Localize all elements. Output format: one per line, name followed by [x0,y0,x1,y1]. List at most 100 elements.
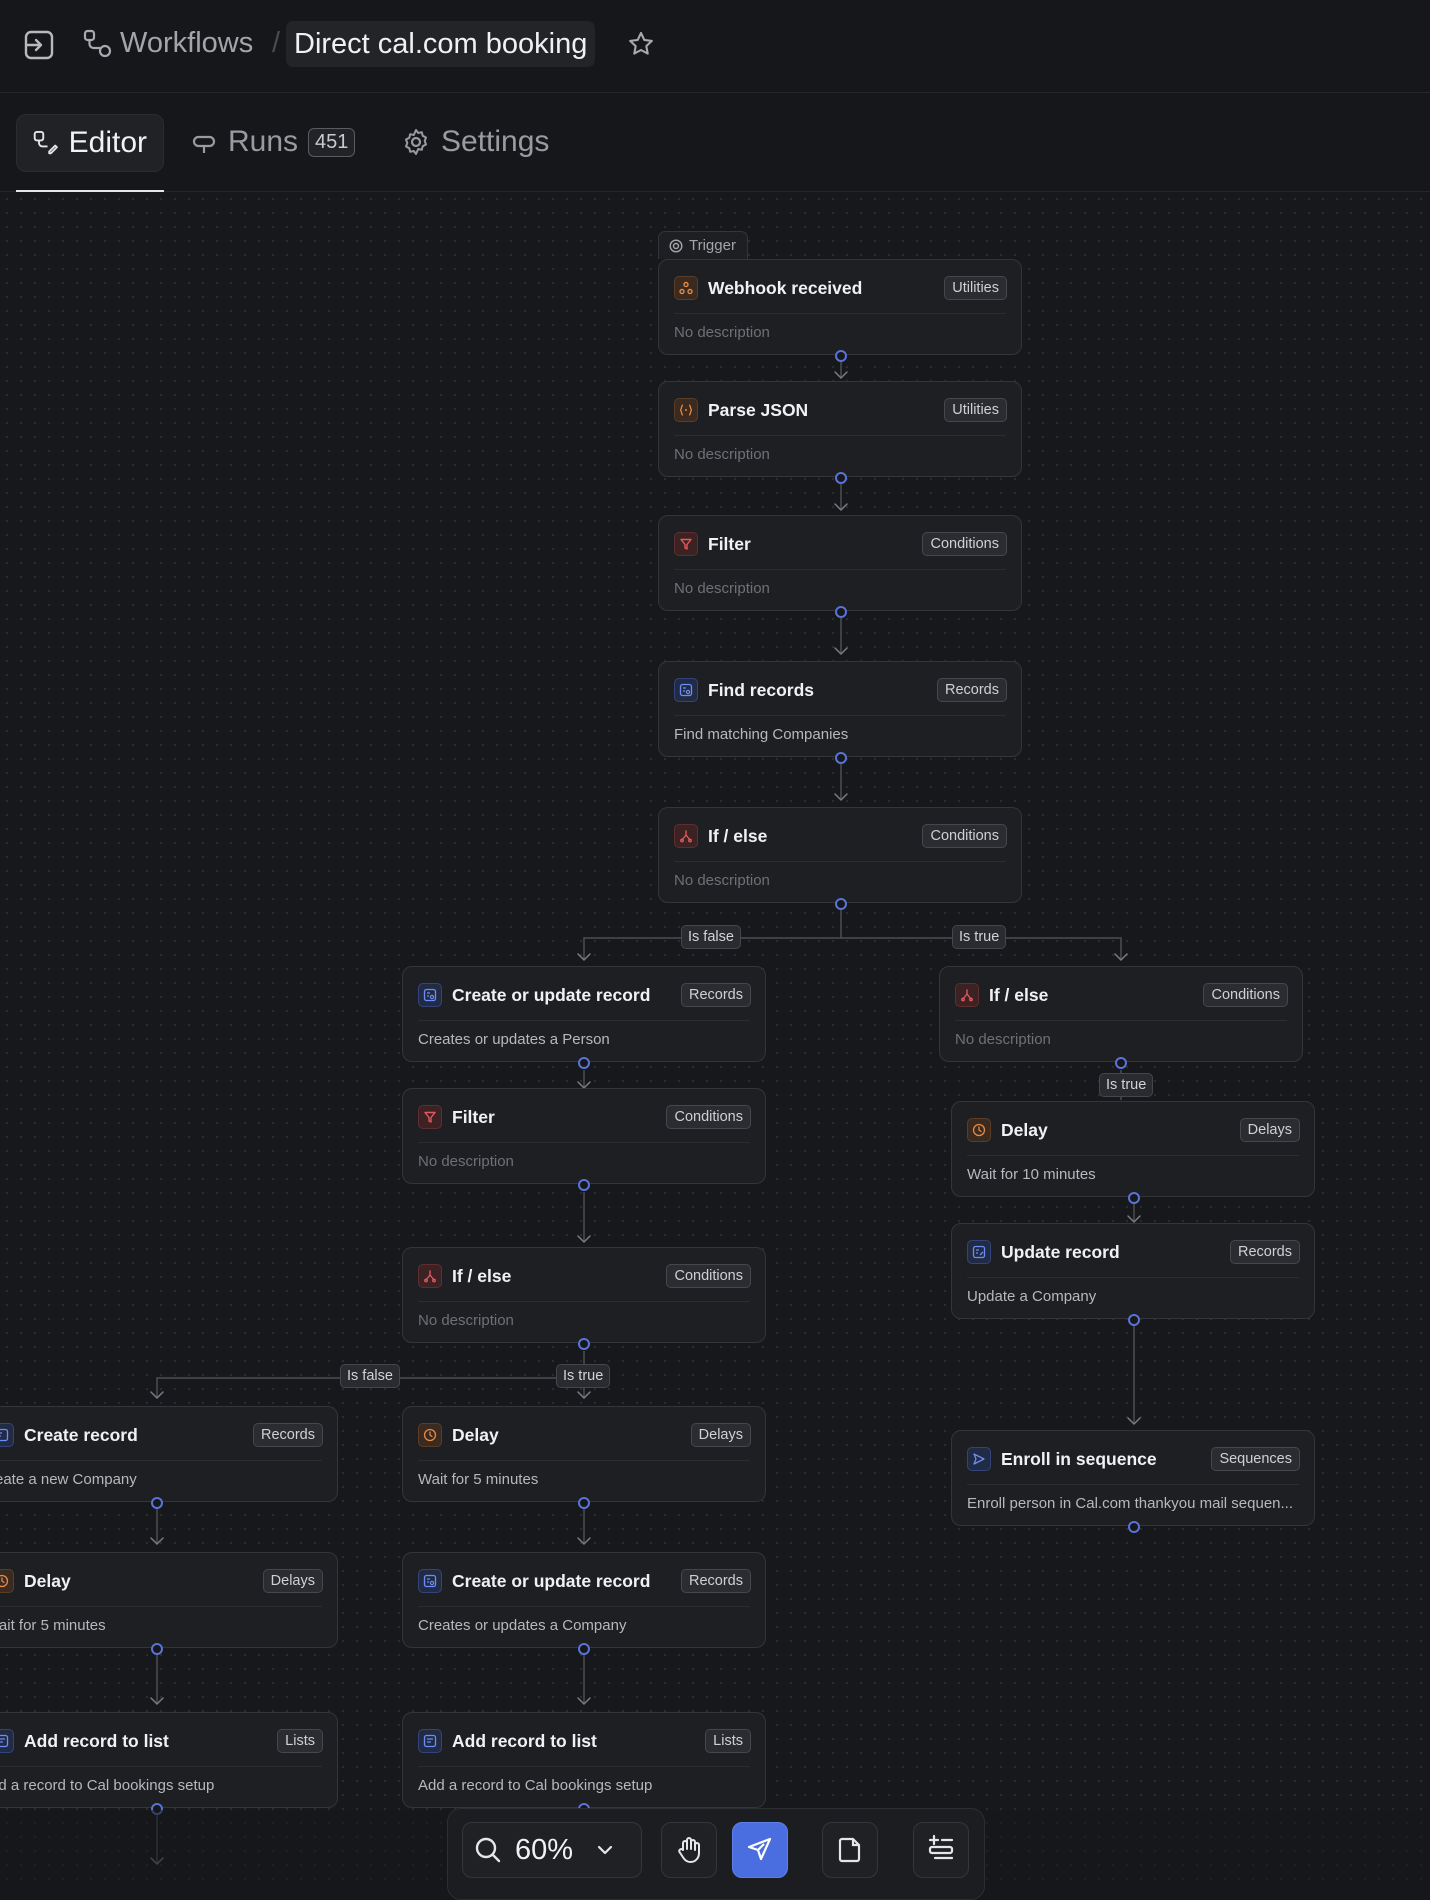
runs-count-badge: 451 [308,127,356,157]
step-description: Creates or updates a Person [418,1031,610,1048]
workflow-name: Direct cal.com booking [294,27,588,60]
output-port[interactable] [578,1338,590,1350]
divider [674,435,1006,436]
filter-icon [418,1105,442,1129]
output-port[interactable] [578,1057,590,1069]
step-category-badge: Conditions [1203,983,1288,1007]
workflow-step-add-record-to-list[interactable]: Add record to list Lists Add a record to… [402,1712,766,1808]
step-description: No description [674,580,770,597]
select-tool-button[interactable] [732,1822,788,1878]
divider [674,313,1006,314]
divider [418,1460,750,1461]
output-port[interactable] [1128,1192,1140,1204]
workflow-step-enroll-in-sequence[interactable]: Enroll in sequence Sequences Enroll pers… [951,1430,1315,1526]
step-category-badge: Records [937,678,1007,702]
step-category-badge: Conditions [666,1264,751,1288]
workflow-step-filter[interactable]: Filter Conditions No description [402,1088,766,1184]
note-icon [838,1837,861,1863]
output-port[interactable] [835,752,847,764]
divider [674,861,1006,862]
branch-icon [418,1264,442,1288]
step-title: Webhook received [708,277,863,298]
webhook-icon [674,276,698,300]
workflow-step-if-else[interactable]: If / else Conditions No description [402,1247,766,1343]
step-description: Add a record to Cal bookings setup [418,1777,653,1794]
output-port[interactable] [151,1497,163,1509]
canvas-toolbar: 60% [447,1808,985,1900]
divider [674,569,1006,570]
workflow-step-update-record[interactable]: Update record Records Update a Company [951,1223,1315,1319]
code-icon [674,398,698,422]
step-category-badge: Delays [690,1423,751,1447]
editor-icon [33,130,58,155]
divider [955,1020,1287,1021]
exit-icon[interactable] [22,28,56,62]
output-port[interactable] [151,1643,163,1655]
output-port[interactable] [1128,1314,1140,1326]
step-category-badge: Conditions [666,1105,751,1129]
workflow-step-create-or-update-company[interactable]: Create or update record Records Creates … [402,1552,766,1648]
tab-settings-label: Settings [441,125,550,158]
search-icon [475,1837,501,1863]
step-category-badge: Sequences [1211,1447,1300,1471]
output-port[interactable] [1115,1057,1127,1069]
output-port[interactable] [835,350,847,362]
runs-icon [192,135,216,153]
workflow-step-delay[interactable]: Delay Delays Wait for 10 minutes [951,1101,1315,1197]
step-category-badge: Records [253,1423,323,1447]
workflow-step-parse-json[interactable]: Parse JSON Utilities No description [658,381,1022,477]
step-title: Create record [24,1424,138,1445]
tab-settings[interactable]: Settings [385,114,565,170]
step-description: Vait for 5 minutes [0,1617,106,1634]
workflow-step-webhook-received[interactable]: Webhook received Utilities No descriptio… [658,259,1022,355]
workflow-step-delay[interactable]: Delay Delays Wait for 5 minutes [402,1406,766,1502]
divider [0,1460,322,1461]
tab-runs[interactable]: Runs 451 [174,114,371,170]
workflow-name-field[interactable]: Direct cal.com booking [286,21,596,67]
step-description: No description [674,872,770,889]
step-category-badge: Records [681,1569,751,1593]
divider [418,1020,750,1021]
workflow-icon [83,29,113,59]
workflow-step-create-record[interactable]: Create record Records reate a new Compan… [0,1406,338,1502]
records-icon [967,1240,991,1264]
step-category-badge: Lists [705,1729,751,1753]
breadcrumb-workflows[interactable]: Workflows [120,27,253,60]
clock-icon [418,1423,442,1447]
workflow-step-if-else[interactable]: If / else Conditions No description [939,966,1303,1062]
output-port[interactable] [835,472,847,484]
output-port[interactable] [835,898,847,910]
workflow-canvas[interactable]: Trigger Webhook received Utilities No de… [0,192,1430,1884]
add-step-button[interactable] [913,1822,969,1878]
top-bar: Workflows / Direct cal.com booking [0,0,1430,93]
workflow-step-if-else[interactable]: If / else Conditions No description [658,807,1022,903]
output-port[interactable] [578,1497,590,1509]
hand-tool-button[interactable] [661,1822,717,1878]
step-category-badge: Records [681,983,751,1007]
step-description: Enroll person in Cal.com thankyou mail s… [967,1495,1294,1512]
chevron-down-icon[interactable] [595,1840,615,1860]
tab-editor[interactable]: Editor [16,114,164,172]
workflow-step-find-records[interactable]: Find records Records Find matching Compa… [658,661,1022,757]
step-title: Add record to list [452,1730,597,1751]
workflow-step-delay[interactable]: Delay Delays Vait for 5 minutes [0,1552,338,1648]
output-port[interactable] [578,1643,590,1655]
output-port[interactable] [835,606,847,618]
step-title: Parse JSON [708,399,809,420]
workflow-step-add-record-to-list[interactable]: Add record to list Lists dd a record to … [0,1712,338,1808]
step-category-badge: Records [1230,1240,1300,1264]
step-title: If / else [989,984,1049,1005]
output-port[interactable] [1128,1521,1140,1533]
records-icon [0,1423,14,1447]
star-icon[interactable] [626,29,656,59]
step-description: No description [674,446,770,463]
breadcrumb-separator: / [272,27,281,59]
divider [418,1301,750,1302]
workflow-step-filter[interactable]: Filter Conditions No description [658,515,1022,611]
workflow-step-create-or-update-person[interactable]: Create or update record Records Creates … [402,966,766,1062]
step-description: Creates or updates a Company [418,1617,627,1634]
output-port[interactable] [578,1179,590,1191]
add-note-button[interactable] [822,1822,878,1878]
zoom-control[interactable]: 60% [462,1822,642,1878]
divider [0,1766,322,1767]
